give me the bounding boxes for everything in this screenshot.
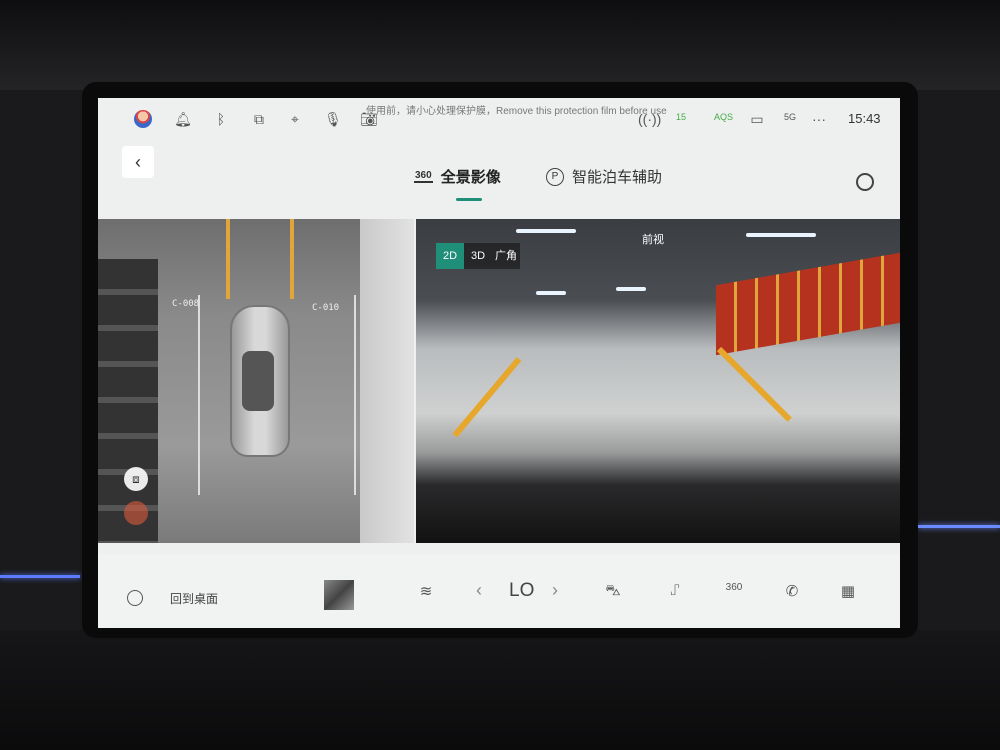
- bluetooth-icon[interactable]: ᛒ: [212, 110, 230, 128]
- status-bar: 🔔︎ ᛒ ⧉ ⌖ 🎙︎ 📷︎ 使用前，请小心处理保护膜，Remove this …: [98, 98, 900, 140]
- protection-film-notice: 使用前，请小心处理保护膜，Remove this protection film…: [366, 106, 667, 117]
- camera-view-label: 前视: [642, 234, 664, 246]
- tab-parking-assist[interactable]: P 智能泊车辅助: [546, 166, 662, 187]
- apps-grid-icon[interactable]: ▦: [838, 582, 858, 600]
- home-button[interactable]: 回到桌面: [170, 590, 218, 607]
- bay-code-right: C-010: [312, 303, 340, 313]
- parking-bay-marking: [226, 219, 294, 299]
- home-icon[interactable]: [127, 590, 143, 606]
- ambient-light-right: [918, 525, 1000, 528]
- media-thumbnail[interactable]: [324, 580, 354, 610]
- temp-increase-button[interactable]: ›: [552, 580, 558, 601]
- active-tab-indicator: [456, 198, 482, 201]
- user-avatar[interactable]: [134, 110, 152, 128]
- microphone-icon[interactable]: 🎙︎: [324, 110, 342, 128]
- wall: [360, 219, 414, 543]
- defrost-icon[interactable]: ≋: [416, 582, 436, 600]
- mode-2d-button[interactable]: 2D: [436, 243, 464, 269]
- ambient-light-left: [0, 575, 80, 578]
- car-icon[interactable]: ⛍: [603, 582, 623, 601]
- vehicle-model: [230, 305, 290, 457]
- dashboard-top: [0, 0, 1000, 90]
- wireless-charging-icon: ((·)): [638, 111, 662, 127]
- ceiling-light: [616, 287, 646, 291]
- bay-line-left: [198, 295, 200, 495]
- storage-rack: [98, 259, 158, 543]
- mode-wide-button[interactable]: 广角: [492, 243, 520, 269]
- bay-code-left: C-008: [172, 299, 200, 309]
- seat-icon[interactable]: ⑀: [665, 582, 685, 599]
- ceiling-light: [536, 291, 566, 295]
- location-pin-icon[interactable]: ⌖: [286, 110, 304, 128]
- view-rotate-icon[interactable]: [124, 501, 148, 525]
- ceiling-light: [746, 233, 816, 237]
- bay-line-right: [354, 295, 356, 495]
- ceiling-light: [516, 229, 576, 233]
- temp-decrease-button[interactable]: ‹: [476, 580, 482, 601]
- clock: 15:43: [848, 111, 881, 126]
- screen-mirror-icon[interactable]: ⧉: [250, 110, 268, 128]
- signal-label: 5G: [784, 112, 797, 122]
- infotainment-screen: 🔔︎ ᛒ ⧉ ⌖ 🎙︎ 📷︎ 使用前，请小心处理保护膜，Remove this …: [98, 98, 900, 628]
- lane-guide-left: [452, 357, 522, 438]
- display-icon: ▭: [750, 111, 764, 127]
- temperature-value: LO: [509, 580, 535, 601]
- view-switch-icon[interactable]: ⧈: [124, 467, 148, 491]
- tab-360-view[interactable]: 360 全景影像: [414, 166, 501, 187]
- tab-360-label: 全景影像: [440, 169, 501, 186]
- front-camera-view[interactable]: 2D 3D 广角 前视: [416, 219, 900, 543]
- more-menu-icon[interactable]: ···: [810, 110, 828, 128]
- tab-parking-label: 智能泊车辅助: [572, 169, 663, 186]
- bell-icon[interactable]: 🔔︎: [174, 110, 192, 128]
- birdseye-camera-view[interactable]: C-008 C-010 ⧈: [98, 219, 414, 543]
- 360-view-icon[interactable]: 360: [724, 582, 744, 593]
- bottom-dock: 回到桌面 ≋ ‹ LO › ⛍ ⑀ 360 ✆ ▦: [98, 554, 900, 628]
- lane-guide-right: [716, 346, 792, 422]
- camera-mode-switcher: 2D 3D 广角: [436, 243, 520, 269]
- 360-view-icon: 360: [414, 170, 433, 183]
- dashboard-bottom: [0, 630, 1000, 750]
- pm25-label: 15: [676, 112, 687, 122]
- phone-icon[interactable]: ✆: [782, 582, 802, 600]
- aqs-label: AQS: [714, 112, 734, 122]
- settings-icon[interactable]: [856, 173, 874, 191]
- back-button[interactable]: ‹: [122, 146, 154, 178]
- vehicle-roof: [242, 351, 274, 411]
- mode-3d-button[interactable]: 3D: [464, 243, 492, 269]
- wall-banners: [716, 252, 900, 356]
- parking-icon: P: [546, 167, 564, 186]
